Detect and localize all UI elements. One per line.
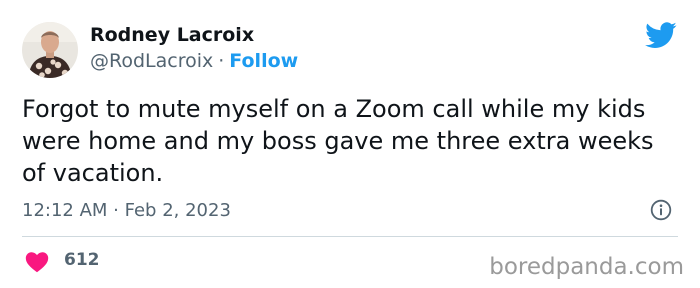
watermark: boredpanda.com: [489, 254, 684, 280]
follow-button[interactable]: Follow: [229, 50, 298, 72]
author-name[interactable]: Rodney Lacroix: [90, 23, 254, 47]
like-count: 612: [64, 250, 100, 270]
avatar-image: [22, 22, 78, 78]
tweet-text: Forgot to mute myself on a Zoom call whi…: [22, 95, 654, 187]
author-handle[interactable]: @RodLacroix: [90, 50, 213, 72]
divider: [22, 236, 678, 237]
heart-icon[interactable]: [25, 251, 49, 273]
separator-dot: ·: [218, 50, 225, 72]
tweet-timestamp[interactable]: 12:12 AM · Feb 2, 2023: [22, 199, 231, 223]
handle-row: @RodLacroix · Follow: [90, 49, 298, 73]
twitter-bird-icon[interactable]: [645, 22, 677, 49]
avatar[interactable]: [22, 22, 78, 78]
info-icon[interactable]: [650, 199, 672, 221]
